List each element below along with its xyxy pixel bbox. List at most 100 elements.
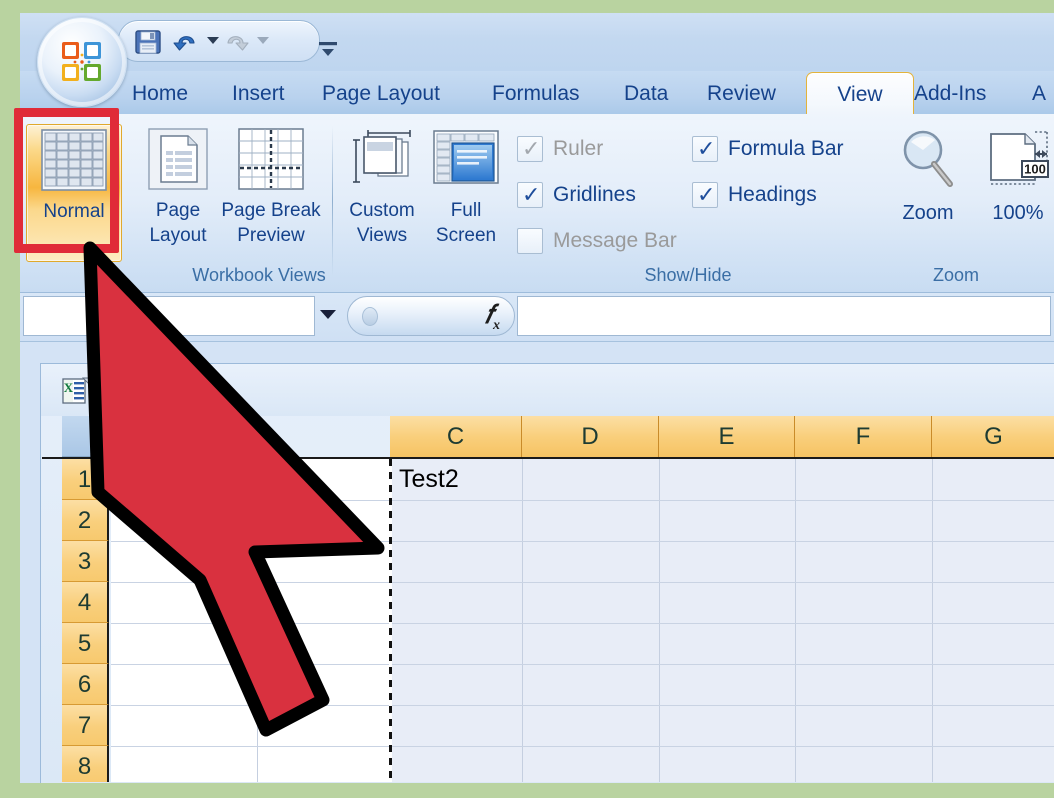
page-break-preview-button[interactable]: Page Break Preview [216,124,326,260]
row-header-8[interactable]: 8 [62,746,109,782]
headings-checkbox-icon[interactable]: ✓ [692,182,718,208]
gridline-horizontal [111,705,1054,706]
ribbon-content: Normal [20,114,1054,293]
spreadsheet-grid: C D E F G 1 2 3 4 5 6 7 8 [42,416,1054,782]
page-layout-line1: Page [156,200,200,221]
row-header-1[interactable]: 1 [62,459,109,500]
page-break-line2: Preview [237,225,305,246]
screenshot-root: Home Insert Page Layout Formulas Data Re… [0,0,1054,798]
customize-quick-access-icon[interactable] [316,40,338,58]
fx-icon: 𝑓x [485,300,500,334]
column-header-G[interactable]: G [932,416,1054,457]
formula-bar-row: 𝑓x [20,293,1054,342]
cell-D1[interactable]: Test2 [399,459,459,500]
zoom-group-label: Zoom [870,265,1042,286]
column-header-C[interactable]: C [390,416,522,457]
tab-add-ins[interactable]: Add-Ins [902,73,998,115]
workbook-caption-bar: X [41,364,1054,416]
formula-input[interactable] [517,296,1051,336]
column-header-E[interactable]: E [659,416,795,457]
tab-page-layout[interactable]: Page Layout [310,73,452,115]
formula-bar-checkbox-icon[interactable]: ✓ [692,136,718,162]
tab-insert[interactable]: Insert [220,73,297,115]
insert-function-button[interactable]: 𝑓x [347,296,515,336]
tab-acrobat[interactable]: A [1020,73,1054,115]
tab-data[interactable]: Data [612,73,680,115]
zoom-button-label: Zoom [882,200,974,226]
normal-view-button[interactable]: Normal [26,124,122,262]
frame-top [0,0,1054,13]
custom-views-label: Custom Views [336,198,428,248]
title-bar [20,13,1054,71]
undo-arrow-icon[interactable] [173,30,199,54]
page-break-line [389,459,392,782]
gridline-horizontal [111,664,1054,665]
column-header-F[interactable]: F [795,416,932,457]
name-box[interactable] [23,296,315,336]
row-header-4[interactable]: 4 [62,582,109,623]
full-screen-label: Full Screen [422,198,510,248]
undo-dropdown-caret-icon[interactable] [207,37,219,44]
page-layout-view-icon [148,128,208,195]
gridlines-checkbox-icon[interactable]: ✓ [517,182,543,208]
svg-text:100: 100 [1024,162,1046,177]
office-button[interactable] [37,17,127,107]
ribbon-group-workbook-views: Normal [22,118,496,288]
gridline-horizontal [111,582,1054,583]
formula-bar-handle-icon [362,307,378,326]
ribbon-group-zoom: Zoom [876,118,1054,288]
custom-views-icon [348,128,416,195]
page-layout-view-button[interactable]: Page Layout [132,124,224,260]
page-layout-view-label: Page Layout [132,198,224,248]
save-floppy-icon[interactable] [135,29,161,55]
zoom-100-label: 100% [972,200,1054,226]
headings-label: Headings [728,180,817,210]
row-header-2[interactable]: 2 [62,500,109,541]
gridline-horizontal [111,746,1054,747]
gridline-vertical [932,459,933,782]
row-header-7[interactable]: 7 [62,705,109,746]
gridline-vertical [522,459,523,782]
svg-text:X: X [64,380,74,395]
row-header-6[interactable]: 6 [62,664,109,705]
ribbon-tab-bar: Home Insert Page Layout Formulas Data Re… [20,71,1054,116]
tab-review[interactable]: Review [695,73,788,115]
gridline-vertical [659,459,660,782]
workbook-views-group-label: Workbook Views [22,265,496,286]
ruler-label: Ruler [553,134,603,164]
full-screen-line2: Screen [436,225,496,246]
tab-home[interactable]: Home [120,73,200,115]
excel-application-window: Home Insert Page Layout Formulas Data Re… [20,13,1054,783]
tab-view[interactable]: View [806,72,914,117]
frame-bottom [0,783,1054,798]
workbook-window: X C D E F G [40,363,1054,783]
row-1-active-band [111,459,391,500]
show-hide-group-label: Show/Hide [507,265,869,286]
message-bar-checkbox-icon[interactable] [517,228,543,254]
custom-views-button[interactable]: Custom Views [336,124,428,260]
full-screen-line1: Full [451,200,482,221]
page-layout-line2: Layout [149,225,206,246]
tab-formulas[interactable]: Formulas [480,73,592,115]
zoom-100-button[interactable]: 100 100% [972,124,1054,260]
normal-view-label: Normal [27,199,121,224]
excel-workbook-icon[interactable]: X [61,376,91,406]
zoom-100-page-icon: 100 [985,128,1051,197]
gridline-horizontal [111,500,1054,501]
ruler-checkbox-icon[interactable]: ✓ [517,136,543,162]
full-screen-icon [433,128,499,195]
quick-access-toolbar [118,20,320,62]
ribbon-group-show-hide: ✓ Ruler ✓ Gridlines Message Bar ✓ Formul… [507,118,869,288]
offpage-region [391,459,1054,782]
page-break-preview-icon [238,128,304,195]
chevron-down-icon[interactable] [320,310,336,319]
row-header-3[interactable]: 3 [62,541,109,582]
custom-views-line1: Custom [349,200,414,221]
cell-grid-area[interactable]: Test2 [111,459,1054,782]
select-all-corner[interactable] [62,416,109,457]
page-break-preview-label: Page Break Preview [216,198,326,248]
full-screen-button[interactable]: Full Screen [422,124,510,260]
column-header-D[interactable]: D [522,416,659,457]
row-header-5[interactable]: 5 [62,623,109,664]
zoom-button[interactable]: Zoom [882,124,974,260]
